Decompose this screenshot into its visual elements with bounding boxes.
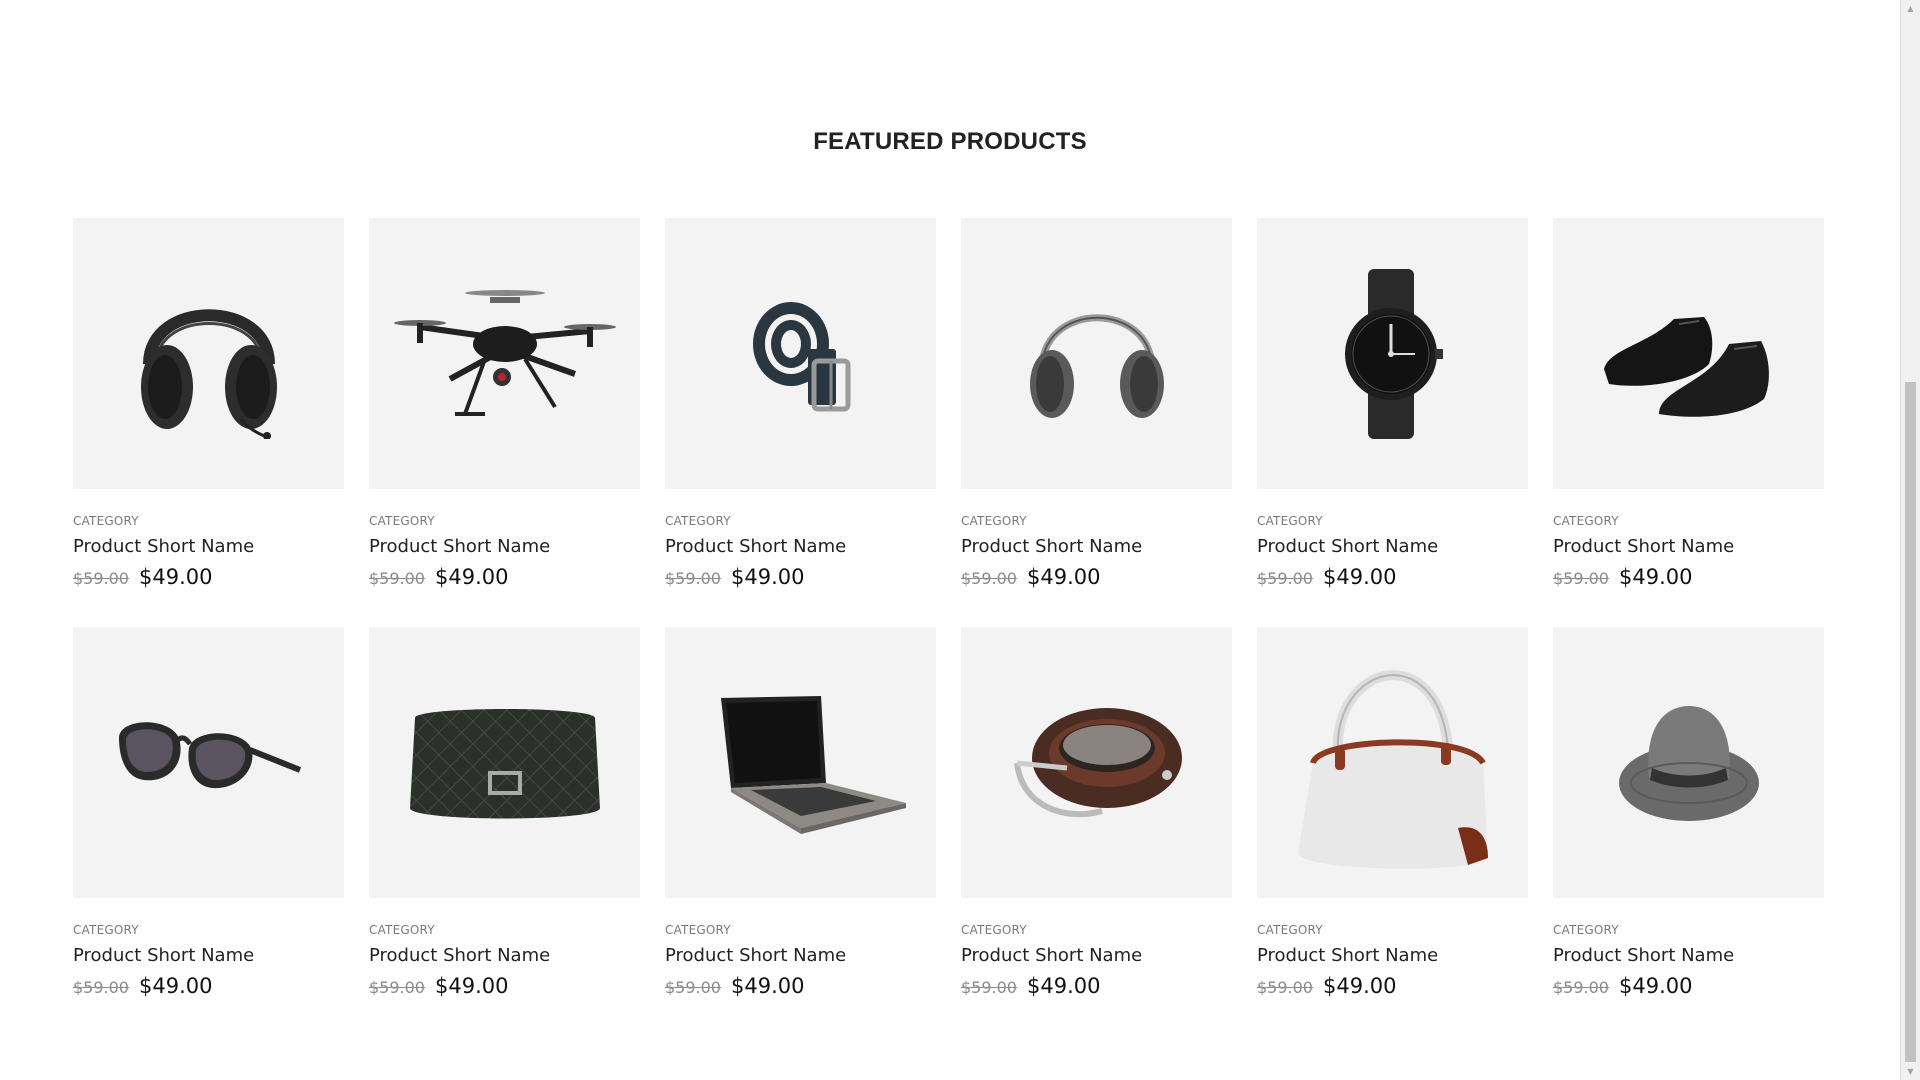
product-card[interactable]: CATEGORY Product Short Name $59.00 $49.0… bbox=[369, 627, 641, 1036]
featured-products-section: FEATURED PRODUCTS CATEGORY Product Short… bbox=[0, 0, 1900, 1080]
watch-icon bbox=[1344, 268, 1443, 439]
handbag-icon bbox=[1297, 669, 1488, 869]
product-image-laptop[interactable] bbox=[665, 627, 936, 898]
product-card[interactable]: CATEGORY Product Short Name $59.00 $49.0… bbox=[665, 218, 937, 627]
product-name[interactable]: Product Short Name bbox=[369, 536, 641, 558]
product-card[interactable]: CATEGORY Product Short Name $59.00 $49.0… bbox=[961, 218, 1233, 627]
bag-icon bbox=[409, 708, 600, 818]
product-category[interactable]: CATEGORY bbox=[369, 514, 641, 528]
sale-price: $49.00 bbox=[730, 974, 805, 998]
product-image-watch[interactable] bbox=[1257, 218, 1528, 489]
belt-icon bbox=[752, 301, 850, 411]
product-category[interactable]: CATEGORY bbox=[1257, 514, 1529, 528]
product-card[interactable]: CATEGORY Product Short Name $59.00 $49.0… bbox=[1257, 627, 1529, 1036]
belt-icon bbox=[1013, 707, 1182, 817]
old-price: $59.00 bbox=[961, 569, 1017, 588]
sunglasses-icon bbox=[118, 721, 301, 788]
product-name[interactable]: Product Short Name bbox=[961, 945, 1233, 967]
old-price: $59.00 bbox=[961, 978, 1017, 997]
product-image-headphones[interactable] bbox=[73, 218, 344, 489]
sale-price: $49.00 bbox=[1618, 974, 1693, 998]
product-name[interactable]: Product Short Name bbox=[665, 536, 937, 558]
page: FEATURED PRODUCTS CATEGORY Product Short… bbox=[0, 0, 1920, 1080]
old-price: $59.00 bbox=[369, 978, 425, 997]
sale-price: $49.00 bbox=[730, 565, 805, 589]
laptop-icon bbox=[720, 695, 906, 834]
product-card[interactable]: CATEGORY Product Short Name $59.00 $49.0… bbox=[1553, 627, 1825, 1036]
product-card[interactable]: CATEGORY Product Short Name $59.00 $49.0… bbox=[369, 218, 641, 627]
product-card[interactable]: CATEGORY Product Short Name $59.00 $49.0… bbox=[73, 218, 345, 627]
product-name[interactable]: Product Short Name bbox=[1553, 945, 1825, 967]
scroll-down-arrow-icon[interactable]: ▼ bbox=[1901, 1063, 1920, 1080]
product-category[interactable]: CATEGORY bbox=[665, 923, 937, 937]
product-name[interactable]: Product Short Name bbox=[1257, 945, 1529, 967]
product-card[interactable]: CATEGORY Product Short Name $59.00 $49.0… bbox=[665, 627, 937, 1036]
sale-price: $49.00 bbox=[1026, 974, 1101, 998]
section-title: FEATURED PRODUCTS bbox=[813, 128, 1087, 155]
old-price: $59.00 bbox=[1553, 978, 1609, 997]
product-image-brown-belt[interactable] bbox=[961, 627, 1232, 898]
old-price: $59.00 bbox=[369, 569, 425, 588]
old-price: $59.00 bbox=[1553, 569, 1609, 588]
product-image-sunglasses[interactable] bbox=[73, 627, 344, 898]
vertical-scrollbar[interactable]: ▲ ▼ bbox=[1900, 0, 1920, 1080]
product-card[interactable]: CATEGORY Product Short Name $59.00 $49.0… bbox=[1257, 218, 1529, 627]
product-name[interactable]: Product Short Name bbox=[961, 536, 1233, 558]
old-price: $59.00 bbox=[73, 978, 129, 997]
product-card[interactable]: CATEGORY Product Short Name $59.00 $49.0… bbox=[73, 627, 345, 1036]
product-name[interactable]: Product Short Name bbox=[73, 536, 345, 558]
product-image-belt[interactable] bbox=[665, 218, 936, 489]
scroll-up-arrow-icon[interactable]: ▲ bbox=[1901, 0, 1920, 17]
ear-muffs-icon bbox=[1029, 313, 1164, 418]
product-category[interactable]: CATEGORY bbox=[1553, 514, 1825, 528]
old-price: $59.00 bbox=[73, 569, 129, 588]
sale-price: $49.00 bbox=[1322, 565, 1397, 589]
product-category[interactable]: CATEGORY bbox=[73, 514, 345, 528]
product-image-shoes[interactable] bbox=[1553, 218, 1824, 489]
sale-price: $49.00 bbox=[138, 565, 213, 589]
product-category[interactable]: CATEGORY bbox=[961, 923, 1233, 937]
product-card[interactable]: CATEGORY Product Short Name $59.00 $49.0… bbox=[1553, 218, 1825, 627]
product-image-handbag[interactable] bbox=[1257, 627, 1528, 898]
product-name[interactable]: Product Short Name bbox=[1257, 536, 1529, 558]
old-price: $59.00 bbox=[1257, 978, 1313, 997]
product-category[interactable]: CATEGORY bbox=[665, 514, 937, 528]
product-image-ear-muffs[interactable] bbox=[961, 218, 1232, 489]
product-name[interactable]: Product Short Name bbox=[1553, 536, 1825, 558]
scrollbar-thumb[interactable] bbox=[1905, 382, 1916, 1062]
product-category[interactable]: CATEGORY bbox=[1257, 923, 1529, 937]
old-price: $59.00 bbox=[665, 569, 721, 588]
drone-icon bbox=[393, 289, 616, 416]
product-image-drone[interactable] bbox=[369, 218, 640, 489]
product-category[interactable]: CATEGORY bbox=[1553, 923, 1825, 937]
old-price: $59.00 bbox=[1257, 569, 1313, 588]
product-name[interactable]: Product Short Name bbox=[369, 945, 641, 967]
sale-price: $49.00 bbox=[1322, 974, 1397, 998]
product-name[interactable]: Product Short Name bbox=[73, 945, 345, 967]
product-image-quilted-bag[interactable] bbox=[369, 627, 640, 898]
product-category[interactable]: CATEGORY bbox=[73, 923, 345, 937]
sale-price: $49.00 bbox=[434, 565, 509, 589]
old-price: $59.00 bbox=[665, 978, 721, 997]
product-grid: CATEGORY Product Short Name $59.00 $49.0… bbox=[73, 218, 1825, 1036]
shoes-icon bbox=[1603, 316, 1769, 417]
product-image-hat[interactable] bbox=[1553, 627, 1824, 898]
sale-price: $49.00 bbox=[434, 974, 509, 998]
headphones-icon bbox=[140, 308, 277, 439]
product-category[interactable]: CATEGORY bbox=[961, 514, 1233, 528]
sale-price: $49.00 bbox=[1026, 565, 1101, 589]
hat-icon bbox=[1618, 705, 1759, 821]
product-name[interactable]: Product Short Name bbox=[665, 945, 937, 967]
product-category[interactable]: CATEGORY bbox=[369, 923, 641, 937]
product-card[interactable]: CATEGORY Product Short Name $59.00 $49.0… bbox=[961, 627, 1233, 1036]
sale-price: $49.00 bbox=[1618, 565, 1693, 589]
sale-price: $49.00 bbox=[138, 974, 213, 998]
